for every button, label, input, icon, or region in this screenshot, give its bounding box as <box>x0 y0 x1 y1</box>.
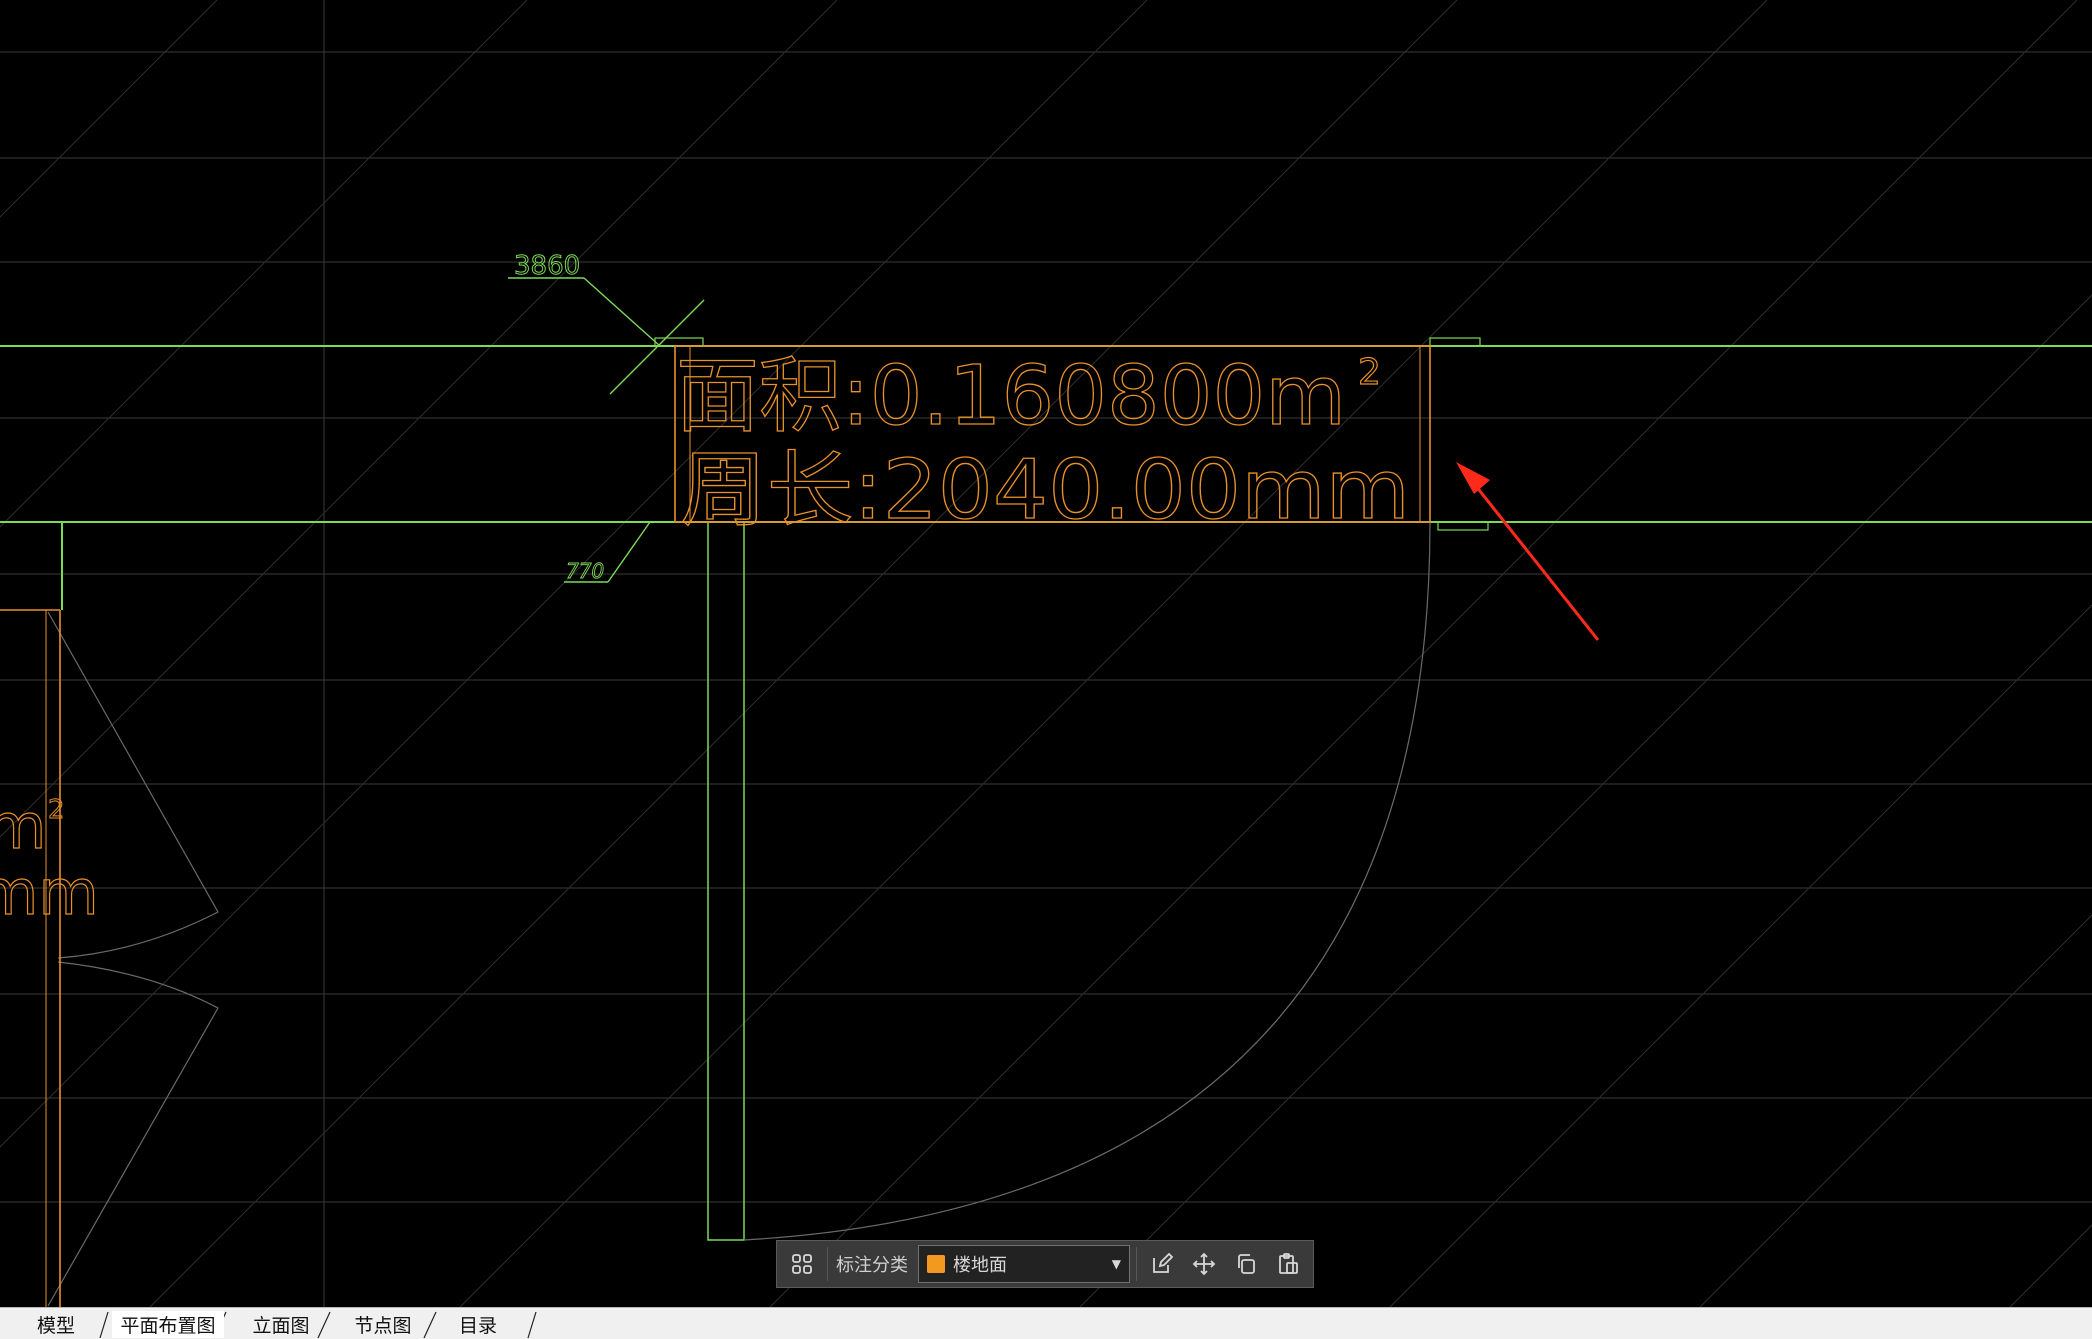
copy-icon[interactable] <box>1227 1244 1265 1284</box>
hatch-line <box>149 0 1458 1307</box>
toolbar-separator <box>827 1247 828 1281</box>
layout-tab-bar: 模型 平面布置图 立面图 节点图 目录 <box>0 1307 2092 1339</box>
grid-lines <box>0 0 2092 1307</box>
paste-icon[interactable] <box>1269 1244 1307 1284</box>
hatch-line <box>459 0 1768 1307</box>
door-swing-arcs <box>47 521 1431 1307</box>
tab-2[interactable]: 平面布置图 <box>112 1311 224 1338</box>
hatch-line <box>0 0 528 528</box>
cad-drawing-canvas[interactable]: 3860 770 面积:0.160800m 2 周长:2040.00mm m 2… <box>0 0 2092 1307</box>
tab-separator <box>99 1311 109 1339</box>
tab-3[interactable]: 立面图 <box>236 1311 326 1338</box>
dim-leader-bottom <box>607 521 651 583</box>
door-arc-main <box>743 521 1431 1241</box>
grid-4-icon[interactable] <box>783 1244 821 1284</box>
hatch-line <box>0 0 218 218</box>
dim-leader-top <box>583 277 661 347</box>
area-superscript: 2 <box>1358 352 1381 393</box>
tab-4[interactable]: 节点图 <box>338 1311 428 1338</box>
tab-1[interactable]: 模型 <box>16 1311 96 1338</box>
annotation-toolbar: 标注分类 楼地面 ▼ <box>776 1240 1314 1288</box>
hatch-line <box>2009 1224 2092 1307</box>
chevron-down-icon: ▼ <box>1111 1257 1121 1271</box>
door-jamb <box>707 521 745 1241</box>
category-dropdown-value: 楼地面 <box>952 1255 1007 1276</box>
category-dropdown[interactable]: 楼地面 ▼ <box>917 1245 1130 1283</box>
left-partial-area-text: m <box>0 790 46 863</box>
hatch-line <box>769 0 2078 1307</box>
arrow-shaft <box>1466 475 1600 641</box>
hatch-line <box>1389 604 2092 1307</box>
wall-stub-bottom-right <box>1437 521 1489 531</box>
left-partial-area-superscript: 2 <box>48 795 65 825</box>
dimension-text-770: 770 <box>566 559 604 583</box>
tab-separator <box>527 1311 537 1339</box>
arrow-head <box>1456 462 1490 494</box>
cad-window: 3860 770 面积:0.160800m 2 周长:2040.00mm m 2… <box>0 0 2092 1339</box>
edit-icon[interactable] <box>1143 1244 1181 1284</box>
hatch-line <box>0 0 838 838</box>
category-color-swatch <box>926 1255 945 1273</box>
tab-5[interactable]: 目录 <box>442 1311 514 1338</box>
dimension-text-3860: 3860 <box>514 251 580 281</box>
wall-line-bottom <box>0 521 63 610</box>
category-label: 标注分类 <box>835 1255 908 1276</box>
hatch-line <box>1699 914 2092 1307</box>
perimeter-text: 周长:2040.00mm <box>680 443 1410 538</box>
toolbar-separator <box>1135 1247 1137 1281</box>
hatch-lines <box>0 0 2092 1307</box>
left-partial-perimeter-text: mm <box>0 856 99 929</box>
area-text: 面积:0.160800m <box>676 349 1346 444</box>
red-pointer-arrow <box>1456 462 1600 641</box>
wall-stub-top-right <box>1429 337 1481 347</box>
move-icon[interactable] <box>1185 1244 1223 1284</box>
hatch-line <box>0 0 1148 1148</box>
